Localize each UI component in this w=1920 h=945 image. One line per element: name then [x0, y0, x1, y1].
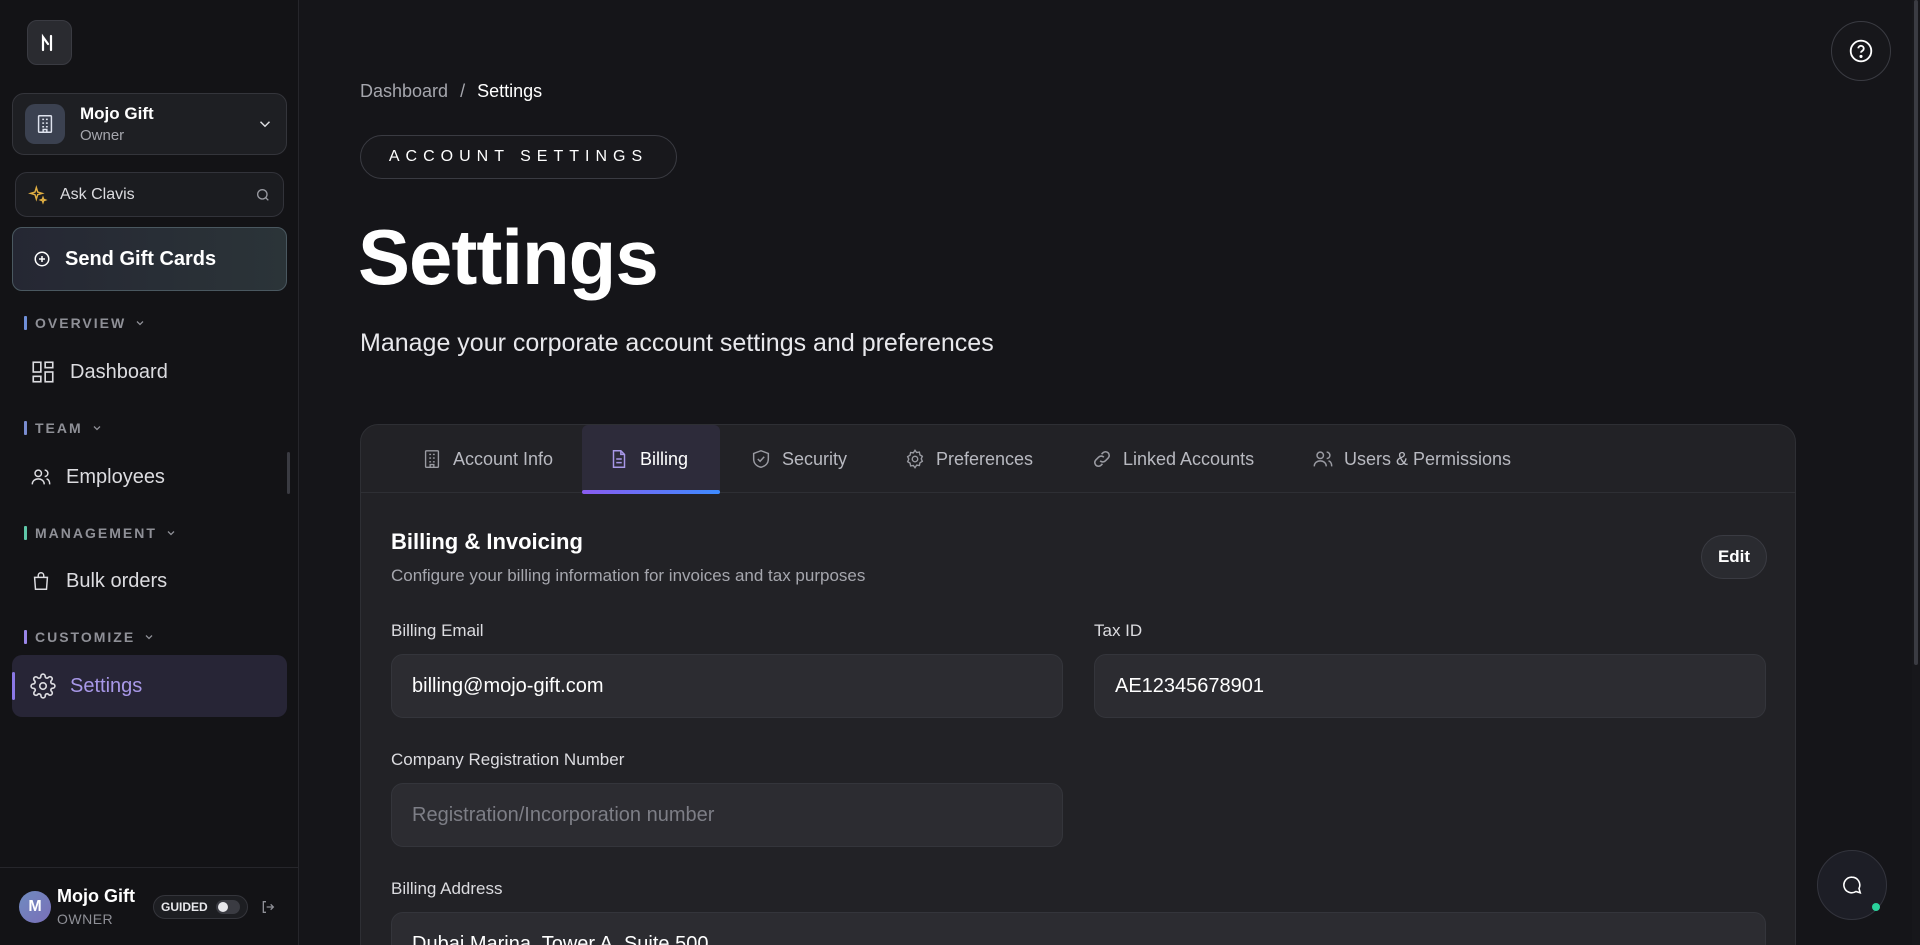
dashboard-icon [32, 361, 54, 383]
registration-number-field[interactable]: Registration/Incorporation number [391, 783, 1063, 847]
section-marker [24, 316, 27, 330]
billing-address-field[interactable]: Dubai Marina, Tower A, Suite 500 [391, 912, 1766, 945]
section-management-label: MANAGEMENT [35, 525, 157, 541]
sidebar-item-label: Settings [70, 674, 143, 697]
settings-card: Account Info Billing Security Preference… [360, 424, 1796, 945]
chat-button[interactable] [1817, 850, 1887, 920]
search-icon [257, 188, 269, 201]
sidebar-scrollbar[interactable] [287, 452, 290, 494]
registration-number-label: Company Registration Number [391, 750, 625, 769]
section-management[interactable]: MANAGEMENT [24, 525, 177, 541]
billing-section-title: Billing & Invoicing [391, 529, 583, 554]
user-role: OWNER [57, 911, 114, 927]
online-status-dot [1872, 903, 1880, 911]
users-icon [1313, 451, 1333, 467]
breadcrumb: Dashboard / Settings [360, 81, 542, 102]
org-switcher[interactable]: Mojo Gift Owner [12, 93, 287, 155]
link-icon [1094, 451, 1110, 467]
sidebar-item-employees[interactable]: Employees [12, 446, 287, 508]
app-logo[interactable] [27, 20, 72, 65]
sidebar-item-settings[interactable]: Settings [12, 655, 287, 717]
tab-label: Billing [640, 448, 689, 469]
user-name: Mojo Gift [57, 886, 135, 906]
tab-billing[interactable]: Billing [582, 425, 720, 494]
ask-clavis-label: Ask Clavis [60, 185, 135, 203]
tax-id-field[interactable]: AE12345678901 [1094, 654, 1766, 718]
tab-account-info[interactable]: Account Info [421, 425, 553, 493]
send-gift-cards-label: Send Gift Cards [65, 247, 217, 270]
section-overview[interactable]: OVERVIEW [24, 315, 146, 331]
page-scrollbar[interactable] [1912, 0, 1920, 945]
plus-circle-icon [34, 251, 50, 267]
section-marker [24, 421, 27, 435]
tab-label: Account Info [453, 448, 554, 469]
tab-preferences[interactable]: Preferences [904, 425, 1033, 493]
section-team[interactable]: TEAM [24, 420, 103, 436]
avatar[interactable]: M [19, 890, 51, 923]
user-profile: M Mojo Gift OWNER GUIDED [0, 867, 299, 945]
help-button[interactable] [1831, 21, 1891, 81]
section-customize-label: CUSTOMIZE [35, 629, 136, 645]
org-role: Owner [80, 127, 125, 144]
shield-check-icon [752, 449, 770, 469]
breadcrumb-dashboard[interactable]: Dashboard [360, 81, 448, 102]
section-marker [24, 630, 27, 644]
section-overview-label: OVERVIEW [35, 315, 127, 331]
section-customize[interactable]: CUSTOMIZE [24, 629, 155, 645]
sidebar: Mojo Gift Owner Ask Clavis Send Gift Car… [0, 0, 299, 945]
sidebar-item-label: Bulk orders [66, 569, 168, 592]
sparkle-icon [28, 184, 48, 205]
page-title: Settings [358, 213, 659, 301]
breadcrumb-current: Settings [477, 81, 543, 101]
gear-icon [30, 673, 56, 699]
sidebar-item-label: Dashboard [70, 360, 168, 383]
sidebar-item-bulk-orders[interactable]: Bulk orders [12, 550, 287, 612]
breadcrumb-separator: / [460, 81, 466, 101]
billing-email-field[interactable]: billing@mojo-gift.com [391, 654, 1063, 718]
shopping-bag-icon [33, 572, 49, 590]
logout-icon[interactable] [260, 899, 276, 915]
tab-security[interactable]: Security [750, 425, 847, 493]
tab-label: Preferences [936, 448, 1034, 469]
chevron-down-icon [136, 321, 144, 326]
chevron-down-icon [167, 531, 175, 536]
building-icon [424, 450, 440, 468]
guided-label: GUIDED [160, 899, 208, 914]
ask-clavis-search[interactable]: Ask Clavis [15, 172, 284, 217]
tax-id-label: Tax ID [1094, 621, 1143, 640]
chevron-down-icon [145, 635, 153, 640]
billing-section-description: Configure your billing information for i… [391, 566, 866, 585]
section-marker [24, 526, 27, 540]
account-settings-pill: ACCOUNT SETTINGS [360, 135, 677, 179]
tab-linked-accounts[interactable]: Linked Accounts [1091, 425, 1254, 493]
building-icon [25, 104, 65, 144]
gear-icon [906, 449, 924, 469]
send-gift-cards-button[interactable]: Send Gift Cards [12, 227, 287, 291]
chat-bubble-icon [1843, 876, 1862, 894]
tab-label: Security [782, 448, 848, 469]
tab-label: Linked Accounts [1123, 448, 1255, 469]
chevron-down-icon [93, 426, 101, 431]
sidebar-item-dashboard[interactable]: Dashboard [12, 341, 287, 403]
billing-address-label: Billing Address [391, 879, 503, 898]
settings-tabs: Account Info Billing Security Preference… [361, 425, 1795, 494]
toggle-switch[interactable] [215, 899, 240, 914]
guided-mode-toggle[interactable]: GUIDED [152, 894, 248, 919]
org-name: Mojo Gift [80, 104, 154, 123]
scrollbar-thumb[interactable] [1914, 0, 1918, 665]
question-circle-icon [1849, 39, 1873, 63]
edit-button[interactable]: Edit [1701, 535, 1767, 579]
tab-users-permissions[interactable]: Users & Permissions [1312, 425, 1511, 493]
users-icon [31, 469, 51, 485]
page-subtitle: Manage your corporate account settings a… [360, 329, 994, 357]
tab-label: Users & Permissions [1344, 448, 1512, 469]
billing-email-label: Billing Email [391, 621, 484, 640]
document-icon [612, 450, 626, 468]
section-team-label: TEAM [35, 420, 83, 436]
chevron-down-icon [259, 121, 271, 128]
sidebar-item-label: Employees [66, 465, 165, 488]
